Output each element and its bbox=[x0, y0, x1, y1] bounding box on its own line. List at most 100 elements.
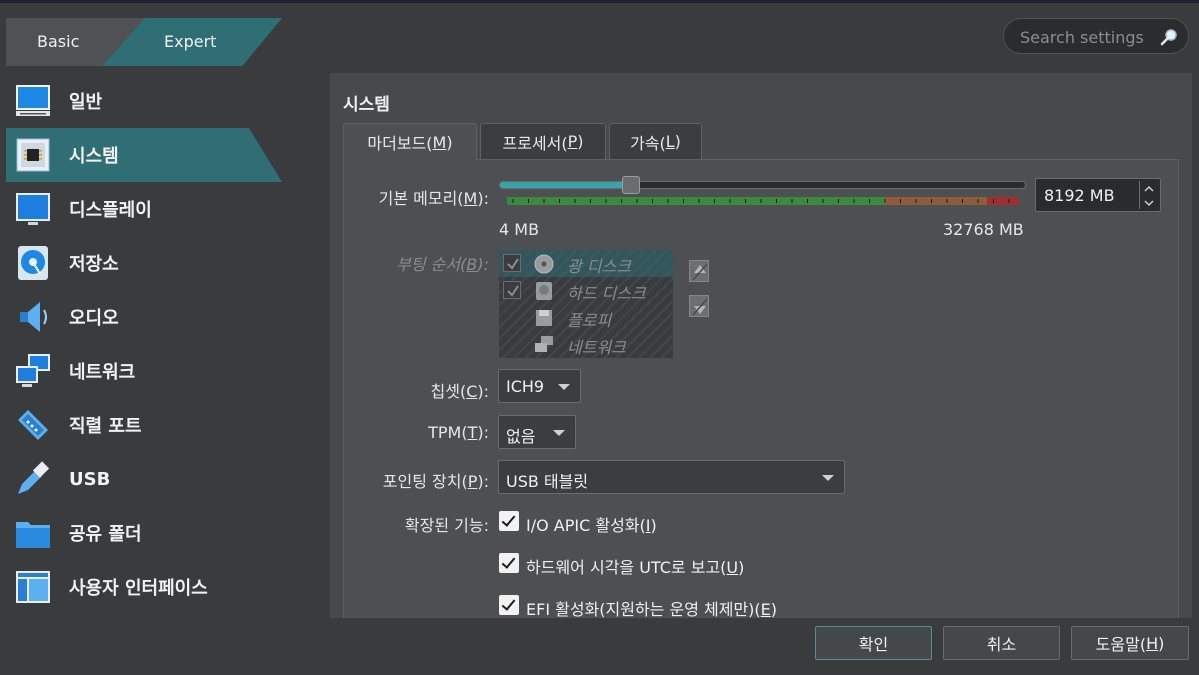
ui-icon bbox=[16, 571, 50, 603]
boot-order-mnemonic: B bbox=[466, 255, 478, 274]
memory-range-scale bbox=[507, 197, 1019, 205]
display-icon bbox=[16, 193, 50, 225]
base-memory-spinbox[interactable]: 8192 MB bbox=[1035, 178, 1161, 212]
list-item[interactable]: 플로피 bbox=[499, 304, 673, 331]
spin-down-button[interactable] bbox=[1139, 195, 1157, 209]
tpm-value: 없음 bbox=[506, 427, 536, 446]
sidebar-item-label: 사용자 인터페이스 bbox=[69, 578, 208, 599]
help-mnemonic: H bbox=[1146, 633, 1159, 653]
base-memory-label-text: 기본 메모리( bbox=[378, 189, 464, 208]
boot-item-label: 네트워크 bbox=[567, 338, 626, 357]
pointing-device-select[interactable]: USB 태블릿 bbox=[498, 460, 845, 494]
utc-clock-end: ) bbox=[738, 558, 745, 577]
sidebar-item-system[interactable]: 시스템 bbox=[6, 128, 282, 182]
hard-disk-icon bbox=[536, 282, 552, 300]
sidebar-item-label: 저장소 bbox=[69, 254, 119, 275]
sidebar-item-audio[interactable]: 오디오 bbox=[6, 290, 282, 344]
boot-item-checkbox[interactable] bbox=[503, 254, 521, 272]
boot-order-label: 부팅 순서(B): bbox=[396, 251, 489, 275]
spin-up-button[interactable] bbox=[1139, 181, 1157, 195]
memory-max-label: 32768 MB bbox=[943, 220, 1024, 239]
mode-expert-label: Expert bbox=[164, 32, 217, 51]
sidebar-item-display[interactable]: 디스플레이 bbox=[6, 182, 282, 236]
base-memory-mnemonic: M bbox=[463, 189, 478, 208]
tpm-label-text: TPM( bbox=[428, 423, 468, 442]
sidebar-item-general[interactable]: 일반 bbox=[6, 74, 282, 128]
serial-icon bbox=[18, 410, 48, 440]
move-down-button[interactable] bbox=[689, 295, 709, 317]
mode-switch: Basic Expert bbox=[6, 18, 282, 66]
base-memory-label: 기본 메모리(M): bbox=[379, 185, 489, 209]
chipset-label: 칩셋(C): bbox=[431, 378, 490, 402]
pointing-device-value: USB 태블릿 bbox=[506, 472, 589, 491]
tab-label-end: ) bbox=[446, 132, 453, 152]
utc-clock-mnemonic: U bbox=[726, 558, 739, 577]
list-item[interactable]: 광 디스크 bbox=[499, 250, 673, 277]
cancel-button[interactable]: 취소 bbox=[943, 626, 1060, 660]
utc-clock-checkbox[interactable] bbox=[499, 553, 519, 573]
disk-icon bbox=[18, 246, 48, 280]
extended-features-label: 확장된 기능: bbox=[404, 516, 489, 535]
window-top-border bbox=[0, 0, 1199, 3]
tab-processor[interactable]: 프로세서(P) bbox=[480, 123, 606, 159]
usb-icon bbox=[18, 461, 50, 494]
sidebar-item-shared-folders[interactable]: 공유 폴더 bbox=[6, 506, 282, 560]
pointing-device-label-end: ): bbox=[477, 472, 489, 491]
search-input[interactable] bbox=[1020, 26, 1160, 48]
chipset-label-end: ): bbox=[477, 382, 489, 401]
base-memory-slider-handle[interactable] bbox=[621, 176, 640, 194]
list-item[interactable]: 네트워크 bbox=[499, 331, 673, 358]
boot-order-list[interactable]: 광 디스크 하드 디스크 플로피 네트워크 bbox=[499, 250, 673, 358]
sidebar-item-storage[interactable]: 저장소 bbox=[6, 236, 282, 290]
base-memory-slider-fill bbox=[500, 182, 632, 188]
network-icon bbox=[16, 354, 50, 387]
sidebar-item-user-interface[interactable]: 사용자 인터페이스 bbox=[6, 560, 282, 614]
boot-item-checkbox[interactable] bbox=[503, 281, 521, 299]
chipset-select[interactable]: ICH9 bbox=[498, 369, 581, 403]
sidebar-item-usb[interactable]: USB bbox=[6, 452, 282, 506]
tab-label: 마더보드( bbox=[367, 134, 433, 153]
efi-label: EFI 활성화(지원하는 운영 체제만)(E) bbox=[526, 596, 777, 618]
search-icon[interactable] bbox=[1160, 28, 1178, 46]
boot-item-label: 광 디스크 bbox=[567, 257, 631, 276]
tab-label: 가속( bbox=[630, 133, 666, 153]
floppy-icon bbox=[536, 310, 552, 326]
tpm-label: TPM(T): bbox=[428, 423, 489, 442]
pointing-device-mnemonic: P bbox=[467, 472, 478, 491]
sidebar-item-label: 직렬 포트 bbox=[69, 416, 142, 437]
move-up-button[interactable] bbox=[689, 260, 709, 282]
check-icon bbox=[507, 285, 519, 297]
sidebar-item-serial-ports[interactable]: 직렬 포트 bbox=[6, 398, 282, 452]
sidebar-item-label: 오디오 bbox=[69, 308, 119, 329]
tab-label-end: ) bbox=[577, 132, 584, 151]
chevron-up-icon bbox=[1144, 185, 1154, 192]
io-apic-label: I/O APIC 활성화(I) bbox=[526, 512, 657, 536]
pointing-device-label: 포인팅 장치(P): bbox=[383, 468, 489, 492]
arrow-up-icon bbox=[692, 263, 708, 281]
tab-label: 프로세서( bbox=[502, 133, 568, 153]
tab-motherboard[interactable]: 마더보드(M) bbox=[343, 123, 477, 160]
monitor-icon bbox=[16, 85, 50, 116]
chipset-value: ICH9 bbox=[506, 377, 545, 396]
utc-clock-label: 하드웨어 시각을 UTC로 보고(U) bbox=[526, 554, 744, 578]
pointing-device-label-text: 포인팅 장치( bbox=[382, 472, 468, 491]
sidebar-item-label: 시스템 bbox=[69, 146, 119, 167]
ok-button[interactable]: 확인 bbox=[815, 626, 932, 660]
chevron-down-icon bbox=[1144, 200, 1154, 207]
boot-order-label-text: 부팅 순서( bbox=[396, 255, 467, 274]
sidebar-item-label: 네트워크 bbox=[69, 362, 136, 383]
search-box bbox=[1003, 18, 1189, 54]
io-apic-text: I/O APIC 활성화( bbox=[526, 516, 646, 535]
efi-checkbox[interactable] bbox=[499, 595, 519, 615]
sidebar-item-network[interactable]: 네트워크 bbox=[6, 344, 282, 398]
tpm-select[interactable]: 없음 bbox=[498, 415, 576, 449]
list-item[interactable]: 하드 디스크 bbox=[499, 277, 673, 304]
tab-mnemonic: M bbox=[432, 132, 447, 152]
sidebar-item-label: 공유 폴더 bbox=[69, 524, 142, 545]
io-apic-checkbox[interactable] bbox=[499, 511, 519, 531]
efi-end: ) bbox=[770, 600, 778, 618]
arrow-down-icon bbox=[692, 298, 708, 316]
base-memory-value: 8192 MB bbox=[1044, 186, 1115, 205]
tab-acceleration[interactable]: 가속(L) bbox=[609, 123, 702, 159]
help-button[interactable]: 도움말(H) bbox=[1071, 626, 1189, 660]
